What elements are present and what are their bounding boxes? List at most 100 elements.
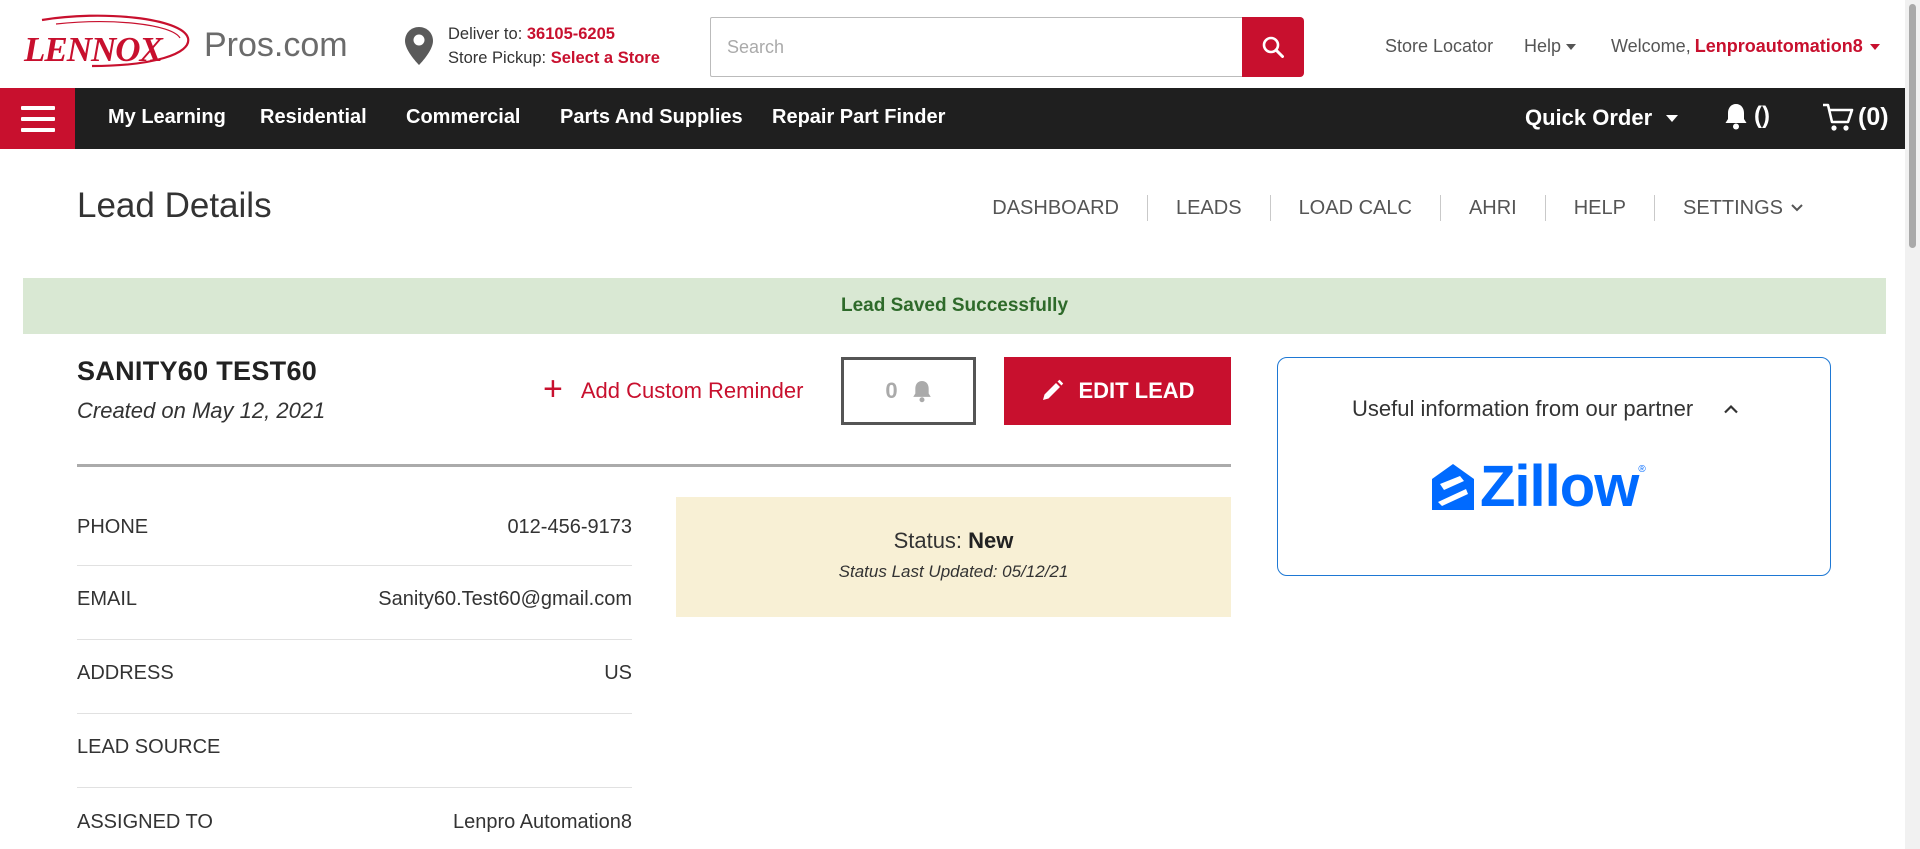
- detail-row-lead-source: LEAD SOURCE: [77, 714, 632, 788]
- hamburger-line: [20, 116, 55, 121]
- detail-row-address: ADDRESS US: [77, 640, 632, 714]
- pencil-icon: [1043, 379, 1064, 400]
- address-value: US: [604, 662, 632, 684]
- success-alert-message: Lead Saved Successfully: [840, 295, 1069, 316]
- detail-row-phone: PHONE 012-456-9173: [77, 496, 632, 566]
- detail-row-email: EMAIL Sanity60.Test60@gmail.com: [77, 566, 632, 640]
- lead-details-list: PHONE 012-456-9173 EMAIL Sanity60.Test60…: [77, 496, 632, 849]
- chevron-up-icon: [1724, 404, 1738, 414]
- email-value: Sanity60.Test60@gmail.com: [378, 588, 632, 610]
- email-label: EMAIL: [77, 588, 138, 610]
- caret-down-icon: [1566, 44, 1577, 50]
- lead-source-label: LEAD SOURCE: [77, 736, 221, 758]
- scrollbar-thumb[interactable]: [1909, 4, 1916, 248]
- lead-status-panel: Status: New Status Last Updated: 05/12/2…: [676, 497, 1231, 617]
- subnav-divider: [1439, 195, 1441, 221]
- account-menu[interactable]: Welcome, Lenproautomation8: [1611, 36, 1880, 57]
- logo-site-text: Pros.com: [204, 25, 348, 64]
- search-bar: [710, 17, 1304, 77]
- nav-parts-and-supplies[interactable]: Parts And Supplies: [560, 106, 743, 129]
- location-pin-icon: [405, 27, 433, 65]
- search-button[interactable]: [1242, 17, 1304, 77]
- status-value: New: [968, 528, 1014, 553]
- subnav-settings-label: SETTINGS: [1682, 196, 1783, 219]
- assigned-to-value: Lenpro Automation8: [452, 810, 632, 833]
- cart-count: (0): [1858, 102, 1889, 131]
- menu-button[interactable]: [0, 88, 75, 149]
- quick-order-menu[interactable]: Quick Order: [1525, 105, 1679, 131]
- cart-button[interactable]: (0): [1822, 102, 1889, 132]
- subnav-leads[interactable]: LEADS: [1176, 197, 1242, 220]
- chevron-down-icon: [1791, 204, 1803, 212]
- edit-lead-button[interactable]: EDIT LEAD: [1004, 357, 1231, 425]
- zillow-logo[interactable]: Zillow ®: [1430, 458, 1646, 516]
- delivery-info: Deliver to: 36105-6205 Store Pickup: Sel…: [404, 22, 660, 70]
- search-input[interactable]: [710, 17, 1242, 77]
- bell-icon: [912, 381, 931, 403]
- notifications-count: (): [1754, 102, 1770, 129]
- edit-lead-label: EDIT LEAD: [1078, 378, 1195, 403]
- subnav-help[interactable]: HELP: [1574, 197, 1626, 220]
- subnav-settings[interactable]: SETTINGS: [1683, 197, 1803, 220]
- site-header: LENNOX Pros.com Deliver to: 36105-6205 S…: [0, 0, 1905, 88]
- subnav-divider: [1146, 195, 1148, 221]
- subnav-divider: [1653, 195, 1655, 221]
- address-label: ADDRESS: [77, 662, 174, 684]
- nav-residential[interactable]: Residential: [260, 106, 367, 129]
- add-custom-reminder-button[interactable]: + Add Custom Reminder: [543, 372, 804, 406]
- status-last-updated: Status Last Updated: 05/12/21: [838, 562, 1069, 581]
- subnav-load-calc[interactable]: LOAD CALC: [1299, 197, 1412, 220]
- plus-icon: +: [543, 370, 563, 408]
- partner-heading: Useful information from our partner: [1352, 396, 1694, 421]
- nav-commercial[interactable]: Commercial: [406, 106, 521, 129]
- add-custom-reminder-label: Add Custom Reminder: [580, 378, 804, 403]
- detail-row-assigned-to: ASSIGNED TO Lenpro Automation8: [77, 788, 632, 849]
- zillow-wordmark: Zillow: [1480, 454, 1639, 519]
- hamburger-line: [20, 127, 55, 132]
- reminder-count: 0: [885, 378, 898, 403]
- phone-value: 012-456-9173: [507, 516, 632, 538]
- store-pickup-line: Store Pickup: Select a Store: [448, 46, 660, 70]
- divider: [77, 464, 1231, 467]
- status-line: Status: New: [676, 528, 1231, 554]
- search-icon: [1262, 36, 1284, 58]
- quick-order-label: Quick Order: [1525, 105, 1653, 130]
- page-title: Lead Details: [77, 186, 272, 225]
- nav-repair-part-finder[interactable]: Repair Part Finder: [772, 106, 945, 129]
- leads-subnav: DASHBOARD LEADS LOAD CALC AHRI HELP SETT…: [992, 195, 1803, 221]
- hamburger-line: [20, 105, 55, 110]
- store-locator-link[interactable]: Store Locator: [1385, 36, 1493, 57]
- notifications-button[interactable]: (): [1724, 102, 1770, 130]
- help-menu-label: Help: [1524, 36, 1562, 56]
- deliver-to-line: Deliver to: 36105-6205: [448, 22, 660, 46]
- subnav-ahri[interactable]: AHRI: [1469, 197, 1517, 220]
- status-label: Status:: [893, 528, 963, 553]
- cart-icon: [1823, 103, 1854, 131]
- caret-down-icon: [1869, 44, 1880, 50]
- store-pickup-label: Store Pickup:: [448, 49, 547, 67]
- lead-created-date: Created on May 12, 2021: [77, 398, 326, 423]
- username: Lenproautomation8: [1694, 36, 1863, 56]
- zillow-house-icon: [1432, 464, 1474, 510]
- lennox-logo: LENNOX: [22, 14, 190, 74]
- reminders-button[interactable]: 0: [841, 357, 976, 425]
- subnav-dashboard[interactable]: DASHBOARD: [992, 197, 1119, 220]
- bell-icon: [1725, 104, 1747, 130]
- nav-my-learning[interactable]: My Learning: [108, 106, 226, 129]
- welcome-label: Welcome,: [1611, 36, 1691, 56]
- caret-down-icon: [1666, 115, 1679, 122]
- site-logo[interactable]: LENNOX Pros.com: [22, 14, 348, 74]
- deliver-zip-link[interactable]: 36105-6205: [527, 25, 615, 43]
- lead-name: SANITY60 TEST60: [77, 356, 318, 386]
- partner-info-toggle[interactable]: Useful information from our partner: [1352, 396, 1739, 422]
- subnav-divider: [1269, 195, 1271, 221]
- assigned-to-label: ASSIGNED TO: [77, 810, 213, 833]
- deliver-to-label: Deliver to:: [448, 25, 523, 43]
- subnav-divider: [1544, 195, 1546, 221]
- main-nav: My Learning Residential Commercial Parts…: [0, 88, 1905, 149]
- logo-brand-text: LENNOX: [24, 30, 163, 69]
- page-scrollbar[interactable]: [1905, 0, 1920, 849]
- select-store-link[interactable]: Select a Store: [551, 49, 660, 67]
- help-menu[interactable]: Help: [1524, 36, 1577, 57]
- phone-label: PHONE: [77, 516, 149, 538]
